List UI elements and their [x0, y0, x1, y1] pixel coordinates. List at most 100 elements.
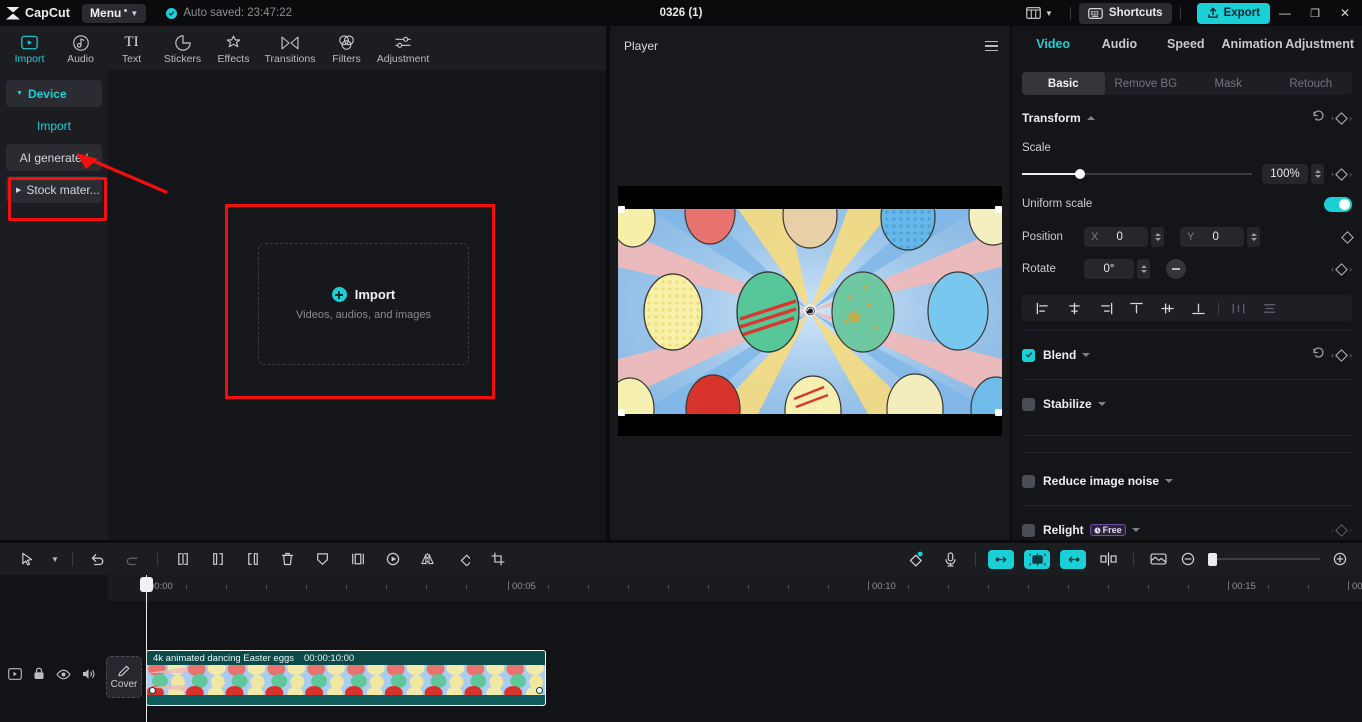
tab-effects[interactable]: Effects	[208, 31, 259, 65]
layout-button[interactable]: ▼	[1017, 2, 1062, 24]
rotate-handle[interactable]	[804, 304, 817, 317]
reduce-noise-checkbox[interactable]	[1022, 475, 1035, 488]
record-voiceover-button[interactable]	[933, 547, 968, 571]
player-menu-icon[interactable]	[985, 41, 998, 52]
scale-value[interactable]: 100%	[1262, 164, 1308, 184]
segment-retouch[interactable]: Retouch	[1270, 72, 1353, 95]
split-clip-button[interactable]	[1091, 547, 1126, 571]
mark-button[interactable]	[305, 547, 340, 571]
tab-stickers[interactable]: Stickers	[157, 31, 208, 65]
clip-handle-right[interactable]	[536, 687, 543, 694]
align-top-icon[interactable]	[1121, 302, 1152, 315]
timeline-clip[interactable]: 4k animated dancing Easter eggs 00:00:10…	[146, 650, 546, 706]
timeline-zoom-slider[interactable]	[1208, 553, 1320, 565]
maximize-button[interactable]: ❐	[1300, 0, 1330, 26]
sidebar-item-stock-materials[interactable]: ▶ Stock mater...	[6, 176, 102, 203]
reduce-noise-expand-icon[interactable]	[1165, 479, 1173, 483]
undo-button[interactable]	[80, 547, 115, 571]
tab-video[interactable]: Video	[1020, 37, 1086, 51]
redo-button[interactable]	[115, 547, 150, 571]
tab-import[interactable]: Import	[4, 31, 55, 65]
distribute-horizontal-icon[interactable]	[1223, 302, 1254, 315]
tab-audio-props[interactable]: Audio	[1086, 37, 1152, 51]
blend-expand-icon[interactable]	[1082, 353, 1090, 357]
collapse-chevron-icon[interactable]	[1087, 116, 1095, 120]
distribute-vertical-icon[interactable]	[1254, 302, 1285, 315]
scale-keyframe[interactable]: ‹›	[1331, 169, 1352, 179]
close-button[interactable]: ✕	[1330, 0, 1360, 26]
selection-handle-br[interactable]	[995, 409, 1002, 416]
scale-slider[interactable]	[1022, 168, 1252, 180]
scale-stepper[interactable]	[1311, 164, 1324, 184]
rotate-dial[interactable]	[1166, 259, 1186, 279]
mirror-button[interactable]	[410, 547, 445, 571]
delete-button[interactable]	[270, 547, 305, 571]
selection-handle-bl[interactable]	[618, 409, 625, 416]
fade-out-button[interactable]	[1060, 550, 1086, 569]
position-y-field[interactable]: Y 0	[1180, 227, 1244, 247]
align-center-vertical-icon[interactable]	[1152, 302, 1183, 315]
position-x-field[interactable]: X 0	[1084, 227, 1148, 247]
relight-expand-icon[interactable]	[1132, 528, 1140, 532]
align-center-horizontal-icon[interactable]	[1059, 302, 1090, 315]
keyframe-control[interactable]: ‹›	[1331, 113, 1352, 123]
tab-adjustment[interactable]: Adjustment	[372, 31, 434, 65]
tab-adjustment-props[interactable]: Adjustment	[1285, 37, 1354, 51]
playhead-handle[interactable]	[140, 577, 153, 592]
sidebar-item-device[interactable]: ▼ Device	[6, 80, 102, 107]
slider-thumb[interactable]	[1075, 169, 1085, 179]
import-dropzone[interactable]: Import Videos, audios, and images	[258, 243, 469, 365]
minimize-button[interactable]: —	[1270, 0, 1300, 26]
rotate-keyframe[interactable]: ‹›	[1331, 264, 1352, 274]
zoom-in-button[interactable]	[1328, 547, 1352, 571]
menu-button[interactable]: Menu ▼	[82, 4, 146, 23]
selection-handle-tl[interactable]	[618, 206, 625, 213]
align-right-icon[interactable]	[1090, 302, 1121, 315]
crop-button[interactable]	[480, 547, 515, 571]
relight-checkbox[interactable]	[1022, 524, 1035, 537]
sidebar-item-import[interactable]: Import	[6, 112, 102, 139]
tab-audio[interactable]: Audio	[55, 31, 106, 65]
segment-basic[interactable]: Basic	[1022, 72, 1105, 95]
shortcuts-button[interactable]: Shortcuts	[1079, 3, 1172, 24]
tab-speed[interactable]: Speed	[1153, 37, 1219, 51]
reset-icon[interactable]	[1312, 346, 1325, 364]
reset-icon[interactable]	[1312, 109, 1325, 127]
reverse-button[interactable]	[375, 547, 410, 571]
tab-text[interactable]: TI Text	[106, 31, 157, 65]
align-bottom-icon[interactable]	[1183, 302, 1214, 315]
position-x-stepper[interactable]	[1151, 227, 1164, 247]
position-keyframe-icon[interactable]	[1341, 231, 1354, 244]
keyframe-add-button[interactable]	[898, 547, 933, 571]
track-video-icon[interactable]	[8, 667, 22, 685]
export-button[interactable]: Export	[1197, 3, 1270, 24]
align-left-icon[interactable]	[1028, 302, 1059, 315]
selection-handle-tr[interactable]	[995, 206, 1002, 213]
trim-right-button[interactable]	[235, 547, 270, 571]
cover-button[interactable]: Cover	[106, 656, 142, 698]
thumbnail-toggle-button[interactable]	[1141, 547, 1176, 571]
zoom-thumb[interactable]	[1208, 553, 1217, 566]
sidebar-item-ai-generated[interactable]: AI generated	[6, 144, 102, 171]
fade-in-button[interactable]	[988, 550, 1014, 569]
track-mute-icon[interactable]	[82, 667, 96, 685]
freeze-frame-button[interactable]	[340, 547, 375, 571]
select-tool-icon[interactable]	[10, 547, 45, 571]
track-visibility-icon[interactable]	[56, 667, 71, 685]
timeline-ruler[interactable]: 00:00 00:05 00:10 00:15 00:20	[108, 575, 1362, 601]
blend-keyframe[interactable]: ‹›	[1331, 350, 1352, 360]
track-lock-icon[interactable]	[33, 667, 45, 685]
position-y-stepper[interactable]	[1247, 227, 1260, 247]
tab-filters[interactable]: Filters	[321, 31, 372, 65]
relight-keyframe[interactable]: ‹›	[1331, 525, 1352, 535]
stabilize-expand-icon[interactable]	[1098, 402, 1106, 406]
rotate-button[interactable]	[445, 547, 480, 571]
stabilize-checkbox[interactable]	[1022, 398, 1035, 411]
trim-left-button[interactable]	[200, 547, 235, 571]
split-button[interactable]	[165, 547, 200, 571]
align-center-clip-button[interactable]	[1024, 550, 1050, 569]
tab-animation[interactable]: Animation	[1219, 37, 1285, 51]
select-tool-dropdown[interactable]: ▼	[45, 547, 65, 571]
segment-mask[interactable]: Mask	[1187, 72, 1270, 95]
segment-remove-bg[interactable]: Remove BG	[1105, 72, 1188, 95]
